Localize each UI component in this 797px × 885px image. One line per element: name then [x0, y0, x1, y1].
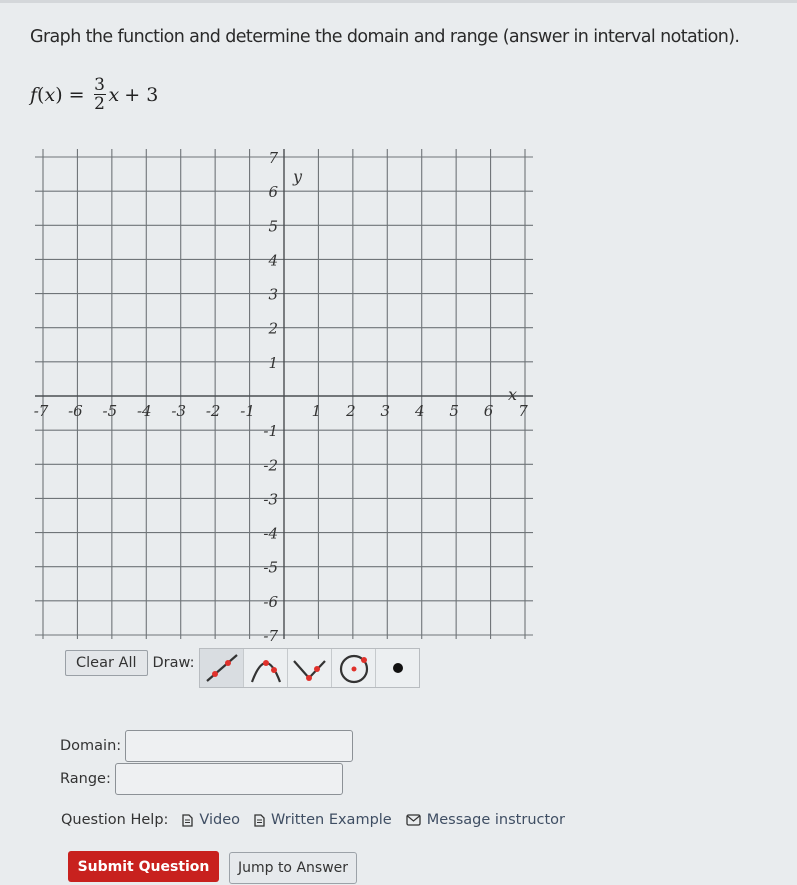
- domain-label: Domain:: [60, 738, 122, 754]
- line-icon: [206, 654, 238, 682]
- axes: [35, 149, 533, 639]
- x-tick-label: 1: [312, 402, 322, 420]
- point-icon: [392, 663, 403, 673]
- x-tick-label: -5: [103, 402, 118, 420]
- y-tick-label: -3: [263, 490, 278, 508]
- y-tick-label: 4: [267, 251, 278, 269]
- graph-canvas[interactable]: -7 -6 -5 -4 -3 -2 -1 1 2 3 4 5 6 7 7 6 5 4 3 2 1 -1 -2 -3 -4 -5 -6…: [0, 0, 797, 645]
- y-tick-label: -4: [263, 525, 278, 543]
- circle-icon: [339, 654, 369, 684]
- circle-tool[interactable]: [332, 649, 377, 687]
- x-tick-label: 7: [518, 402, 528, 420]
- domain-input[interactable]: [125, 730, 354, 762]
- line-tool[interactable]: [200, 649, 245, 687]
- y-tick-label: 1: [268, 354, 278, 372]
- x-tick-label: -4: [137, 402, 152, 420]
- x-tick-label: 2: [345, 402, 356, 420]
- tick-labels: -7 -6 -5 -4 -3 -2 -1 1 2 3 4 5 6 7 7 6 5 4 3 2 1 -1 -2 -3 -4 -5 -6…: [34, 149, 529, 645]
- document-icon: [182, 813, 194, 827]
- clear-all-button[interactable]: Clear All: [65, 650, 148, 676]
- written-example-label: Written Example: [271, 812, 392, 828]
- x-tick-label: 6: [484, 402, 494, 420]
- domain-row: Domain:: [60, 730, 354, 762]
- draw-tools: [199, 648, 421, 688]
- video-link-label: Video: [199, 812, 241, 828]
- y-tick-label: -5: [263, 559, 278, 577]
- question-help-label: Question Help:: [61, 812, 169, 828]
- draw-label: Draw:: [152, 655, 195, 671]
- x-tick-label: 4: [414, 402, 425, 420]
- y-tick-label: 5: [268, 217, 278, 235]
- range-input[interactable]: [114, 763, 343, 795]
- y-tick-label: 7: [268, 149, 278, 167]
- parabola-icon: [250, 660, 282, 683]
- range-label: Range:: [60, 771, 111, 787]
- y-tick-label: -7: [263, 627, 278, 645]
- absolute-value-tool[interactable]: [288, 649, 333, 687]
- jump-to-answer-button[interactable]: Jump to Answer: [229, 852, 357, 884]
- x-axis-label: x: [508, 385, 517, 404]
- graph-toolbar: Clear All Draw:: [65, 648, 421, 688]
- y-tick-label: -6: [263, 593, 278, 611]
- written-example-link[interactable]: Written Example: [254, 812, 392, 828]
- point-tool[interactable]: [376, 649, 419, 687]
- absolute-value-icon: [293, 660, 326, 681]
- y-axis-label: y: [292, 167, 303, 186]
- x-tick-label: 5: [449, 402, 459, 420]
- y-tick-label: 6: [268, 183, 278, 201]
- message-instructor-link[interactable]: Message instructor: [406, 812, 565, 828]
- y-tick-label: 2: [267, 320, 278, 338]
- x-tick-label: -3: [171, 402, 186, 420]
- submit-question-button[interactable]: Submit Question: [68, 851, 219, 882]
- x-tick-label: -1: [240, 402, 255, 420]
- document-icon: [254, 813, 265, 827]
- x-tick-label: -6: [68, 402, 83, 420]
- y-tick-label: 3: [268, 286, 278, 304]
- envelope-icon: [406, 814, 421, 826]
- range-row: Range:: [60, 763, 343, 795]
- message-instructor-label: Message instructor: [426, 812, 565, 828]
- x-tick-label: 3: [381, 402, 391, 420]
- parabola-tool[interactable]: [244, 649, 289, 687]
- y-tick-label: -1: [263, 422, 278, 440]
- x-tick-label: -2: [206, 402, 221, 420]
- question-help: Question Help: Video Written Example Mes…: [61, 812, 565, 828]
- video-link[interactable]: Video: [182, 812, 240, 828]
- x-tick-label: -7: [34, 402, 49, 420]
- y-tick-label: -2: [263, 456, 278, 474]
